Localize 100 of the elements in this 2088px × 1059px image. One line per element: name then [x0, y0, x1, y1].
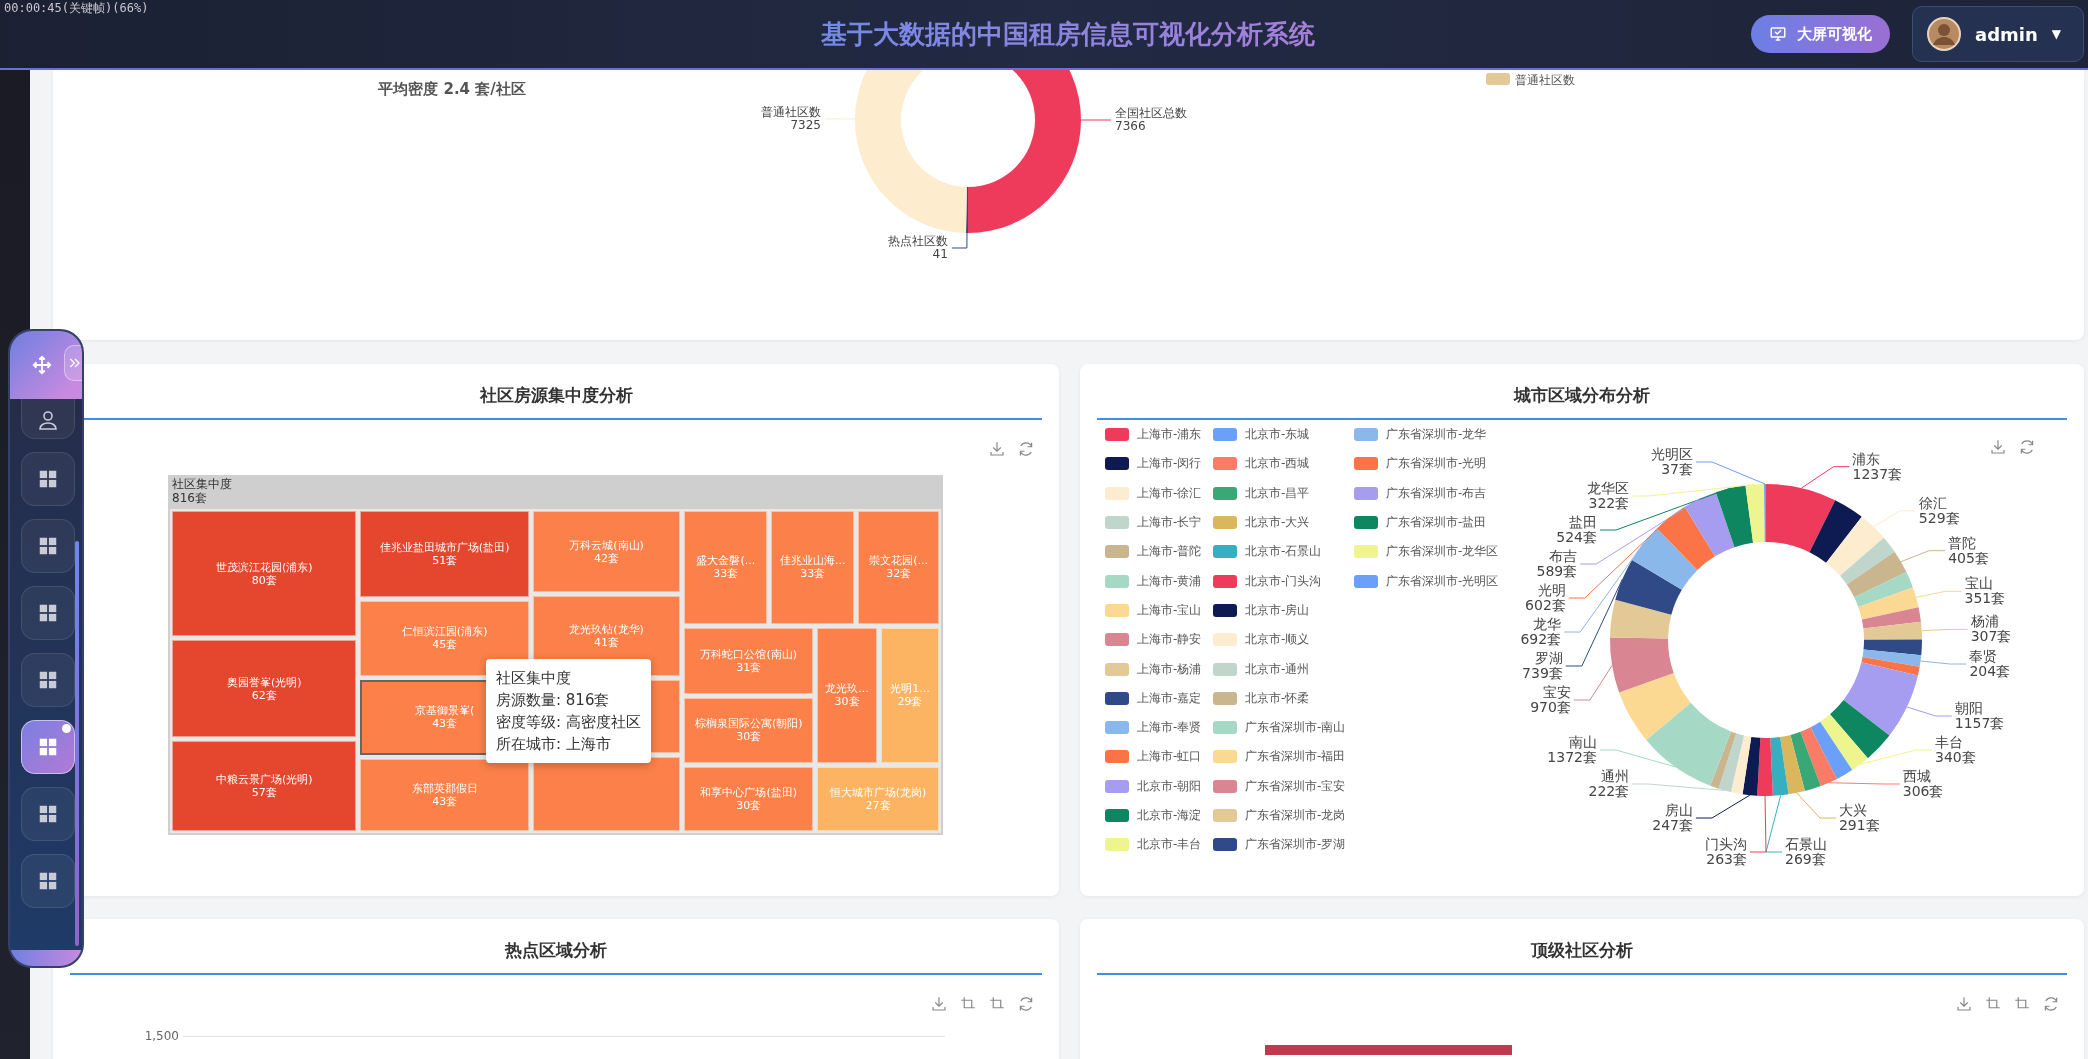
- slice-label: 门头沟 263套: [1705, 836, 1747, 867]
- nav-button[interactable]: [21, 854, 75, 908]
- nav-button[interactable]: [21, 452, 75, 506]
- download-icon[interactable]: [1955, 995, 1973, 1013]
- legend-label[interactable]: 北京市-房山: [1245, 601, 1310, 619]
- refresh-icon[interactable]: [1017, 440, 1035, 458]
- legend-label[interactable]: 广东省深圳市-南山: [1245, 719, 1346, 737]
- refresh-icon[interactable]: [2042, 995, 2060, 1013]
- legend-label[interactable]: 北京市-门头沟: [1245, 572, 1322, 590]
- tile-count: 42套: [594, 551, 620, 565]
- legend-label[interactable]: 上海市-嘉定: [1137, 689, 1202, 707]
- slice-label: 浦东 1237套: [1852, 450, 1903, 482]
- slice-label: 西城 306套: [1902, 768, 1944, 799]
- legend-label[interactable]: 北京市-昌平: [1245, 484, 1310, 502]
- tile-count: 51套: [432, 553, 458, 567]
- tile-name: 龙光玖钻(龙华): [569, 622, 644, 636]
- tile-name: 恒大城市广场(龙岗): [829, 786, 927, 799]
- leader-line: [1900, 550, 1946, 563]
- tile-count: 30套: [736, 730, 762, 744]
- legend-label[interactable]: 上海市-静安: [1137, 631, 1202, 649]
- legend-label[interactable]: 北京市-顺义: [1245, 631, 1310, 649]
- nav-button[interactable]: [21, 787, 75, 841]
- tile-count: 30套: [736, 798, 762, 812]
- legend-label[interactable]: 广东省深圳市-龙华区: [1386, 543, 1499, 561]
- legend-label[interactable]: 广东省深圳市-罗湖: [1245, 836, 1346, 854]
- nav-button[interactable]: [21, 720, 75, 774]
- nav-button[interactable]: [21, 653, 75, 707]
- treemap-tile[interactable]: 佳兆业盐田城市广场(盐田) 51套: [360, 511, 529, 597]
- legend-label[interactable]: 上海市-普陀: [1137, 543, 1202, 561]
- user-menu[interactable]: admin ▼: [1912, 6, 2084, 62]
- treemap-tile[interactable]: 世茂滨江花园(浦东) 80套: [172, 511, 357, 636]
- legend-label[interactable]: 广东省深圳市-盐田: [1386, 514, 1487, 532]
- leader-line: [1906, 706, 1953, 717]
- tile-count: 33套: [800, 567, 826, 581]
- legend-label[interactable]: 普通社区数: [1515, 73, 1575, 87]
- download-icon[interactable]: [930, 995, 948, 1013]
- legend-label[interactable]: 广东省深圳市-龙岗: [1245, 807, 1346, 824]
- avatar-icon: [1927, 17, 1961, 51]
- treemap-tile[interactable]: 奥园誉峯(光明) 62套: [172, 640, 357, 738]
- grid-icon: [37, 870, 59, 892]
- tile-name: 和享中心广场(盐田): [700, 785, 797, 799]
- legend-label[interactable]: 上海市-徐汇: [1137, 484, 1202, 502]
- legend-label[interactable]: 北京市-大兴: [1245, 514, 1310, 532]
- legend-label[interactable]: 北京市-丰台: [1137, 836, 1202, 854]
- nav-button[interactable]: [21, 519, 75, 573]
- big-screen-button[interactable]: 大屏可视化: [1751, 15, 1890, 53]
- legend-label[interactable]: 北京市-怀柔: [1245, 689, 1310, 707]
- refresh-icon[interactable]: [1017, 995, 1035, 1013]
- treemap-tile[interactable]: 中粮云景广场(光明) 57套: [172, 741, 357, 831]
- legend-label[interactable]: 上海市-奉贤: [1137, 719, 1202, 737]
- tile-name: 崇文花园(...: [869, 554, 929, 568]
- scrollbar[interactable]: [75, 541, 79, 946]
- legend-label[interactable]: 广东省深圳市-光明区: [1386, 572, 1499, 590]
- legend-label[interactable]: 上海市-虹口: [1137, 748, 1202, 766]
- legend-label[interactable]: 北京市-东城: [1245, 426, 1310, 444]
- move-icon[interactable]: [31, 354, 53, 376]
- tile-count: 45套: [432, 638, 458, 652]
- leader-line: [1080, 119, 1112, 121]
- legend-label[interactable]: 北京市-海淀: [1137, 807, 1202, 824]
- nav-button[interactable]: [21, 399, 75, 439]
- tile-name: 万科云城(南山): [569, 538, 644, 552]
- legend-label[interactable]: 北京市-通州: [1245, 660, 1310, 678]
- legend-label[interactable]: 广东省深圳市-宝安: [1245, 777, 1346, 795]
- card-title: 社区房源集中度分析: [479, 384, 633, 407]
- slice-label: 宝山 351套: [1964, 575, 2006, 607]
- legend-label[interactable]: 上海市-宝山: [1137, 601, 1202, 619]
- refresh-icon[interactable]: [2018, 438, 2036, 456]
- legend-label[interactable]: 上海市-长宁: [1137, 514, 1202, 532]
- slice-label: 朝阳 1157套: [1954, 700, 2005, 731]
- legend-label[interactable]: 广东省深圳市-光明: [1386, 455, 1487, 473]
- download-icon[interactable]: [988, 440, 1006, 458]
- legend-label[interactable]: 北京市-西城: [1245, 455, 1310, 473]
- tile-name: 京基御景峯(: [415, 704, 475, 718]
- legend-label[interactable]: 广东省深圳市-布吉: [1386, 484, 1487, 502]
- tile-name: 佳兆业盐田城市广场(盐田): [379, 540, 510, 554]
- legend-label[interactable]: 上海市-杨浦: [1137, 660, 1202, 678]
- legend-label[interactable]: 上海市-黄浦: [1137, 572, 1202, 590]
- user-icon: [36, 408, 60, 432]
- slice-label: 盐田 524套: [1556, 514, 1597, 545]
- legend-label[interactable]: 广东省深圳市-福田: [1245, 748, 1346, 766]
- slice-label: 大兴 291套: [1838, 802, 1880, 833]
- tile-count: 80套: [251, 573, 277, 587]
- nav-button[interactable]: [21, 586, 75, 640]
- legend-label[interactable]: 北京市-朝阳: [1137, 777, 1202, 795]
- tile-count: 31套: [736, 660, 762, 674]
- treemap-tile[interactable]: [532, 757, 681, 831]
- download-icon[interactable]: [1989, 438, 2007, 456]
- tile-name: 东部英郡假日: [411, 781, 478, 795]
- tile-count: 57套: [251, 786, 277, 800]
- collapse-button[interactable]: [64, 345, 82, 381]
- tile-count: 30套: [834, 695, 860, 709]
- slice-label: 普陀 405套: [1948, 534, 1989, 566]
- legend-label[interactable]: 上海市-浦东: [1137, 426, 1202, 444]
- tile-count: 32套: [886, 567, 912, 581]
- tile-name: 中粮云景广场(光明): [215, 773, 313, 787]
- legend-label[interactable]: 广东省深圳市-龙华: [1386, 426, 1487, 444]
- legend-label[interactable]: 北京市-石景山: [1245, 543, 1322, 561]
- tile-name: 奥园誉峯(光明): [226, 675, 302, 689]
- leader-line: [1801, 466, 1850, 489]
- legend-label[interactable]: 上海市-闵行: [1137, 455, 1202, 473]
